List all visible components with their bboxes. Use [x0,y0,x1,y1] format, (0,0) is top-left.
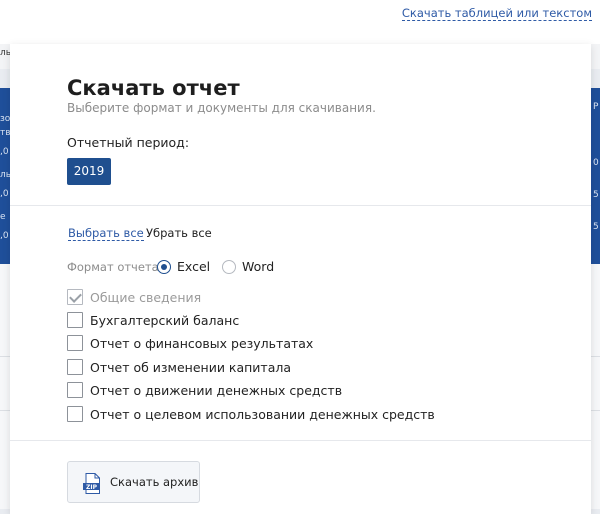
format-word-label[interactable]: Word [242,259,274,274]
background-panel-right-lower [591,264,600,509]
background-text-fragment: Р [593,102,599,112]
background-text-fragment: ,0 [0,147,9,157]
download-table-or-text-link[interactable]: Скачать таблицей или текстом [401,6,592,21]
divider [10,205,591,206]
zip-icon-text: ZIP [86,484,98,491]
reporting-period-label: Отчетный период: [67,135,190,150]
download-report-popup: Скачать отчет Выберите формат и документ… [10,44,591,514]
divider [10,440,591,441]
checkbox-label-general-info[interactable]: Общие сведения [90,290,201,305]
background-text-fragment: зо [0,114,11,124]
checkbox-label-financial-results[interactable]: Отчет о финансовых результатах [90,336,313,351]
checkbox-label-cash-flow[interactable]: Отчет о движении денежных средств [90,383,342,398]
background-divider [591,410,600,411]
background-divider [0,410,10,411]
checkbox-financial-results[interactable] [67,335,83,351]
checkbox-label-targeted-funds[interactable]: Отчет о целевом использовании денежных с… [90,407,435,422]
background-divider [591,356,600,357]
background-panel-left-lower [0,264,10,509]
format-excel-radio[interactable] [157,260,171,274]
background-text-fragment: 5 [593,222,599,232]
checkbox-capital-changes[interactable] [67,359,83,375]
checkbox-targeted-funds[interactable] [67,406,83,422]
checkbox-label-capital-changes[interactable]: Отчет об изменении капитала [90,360,291,375]
background-divider [0,356,10,357]
background-text-fragment: 0 [593,158,599,168]
year-2019-button[interactable]: 2019 [67,158,111,185]
zip-file-icon: ZIP [83,473,100,494]
format-excel-label[interactable]: Excel [177,259,210,274]
background-text-fragment: тв [0,128,11,138]
checkbox-cash-flow[interactable] [67,382,83,398]
background-text-fragment: 5 [593,190,599,200]
popup-caret [504,37,518,44]
background-panel-right: Р 0 5 5 [591,88,600,264]
checkbox-balance-sheet[interactable] [67,312,83,328]
popup-title: Скачать отчет [67,76,240,100]
background-text-fragment: ,0 [0,189,9,199]
background-text-fragment: е [0,212,6,222]
checkbox-general-info[interactable] [67,289,83,305]
popup-subtitle: Выберите формат и документы для скачиван… [67,101,376,115]
download-archive-button[interactable]: ZIP Скачать архив [67,461,200,503]
checkbox-label-balance-sheet[interactable]: Бухгалтерский баланс [90,313,239,328]
background-text-fragment: ,0 [0,231,9,241]
download-archive-label[interactable]: Скачать архив [110,475,198,489]
background-panel-left: зо тв ,0 ль ,0 е ,0 [0,88,11,264]
format-word-radio[interactable] [222,260,236,274]
select-all-link[interactable]: Выбрать все [68,226,144,241]
clear-all-link[interactable]: Убрать все [146,226,212,240]
report-format-label: Формат отчета [67,260,159,274]
